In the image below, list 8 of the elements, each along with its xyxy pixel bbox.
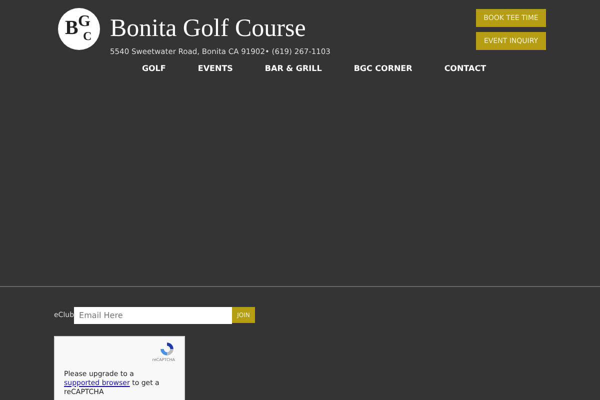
recaptcha-logo-icon [159,340,175,356]
email-field[interactable]: Email Here [74,306,232,324]
nav-link[interactable]: BAR & GRILL [248,64,338,72]
nav-link[interactable]: BGC CORNER [338,64,428,72]
nav-link[interactable]: GOLF [126,64,182,72]
nav-link[interactable]: EVENTS [182,64,249,72]
nav-link[interactable]: CONTACT [428,64,502,72]
site-title[interactable]: Bonita Golf Course [110,15,330,42]
